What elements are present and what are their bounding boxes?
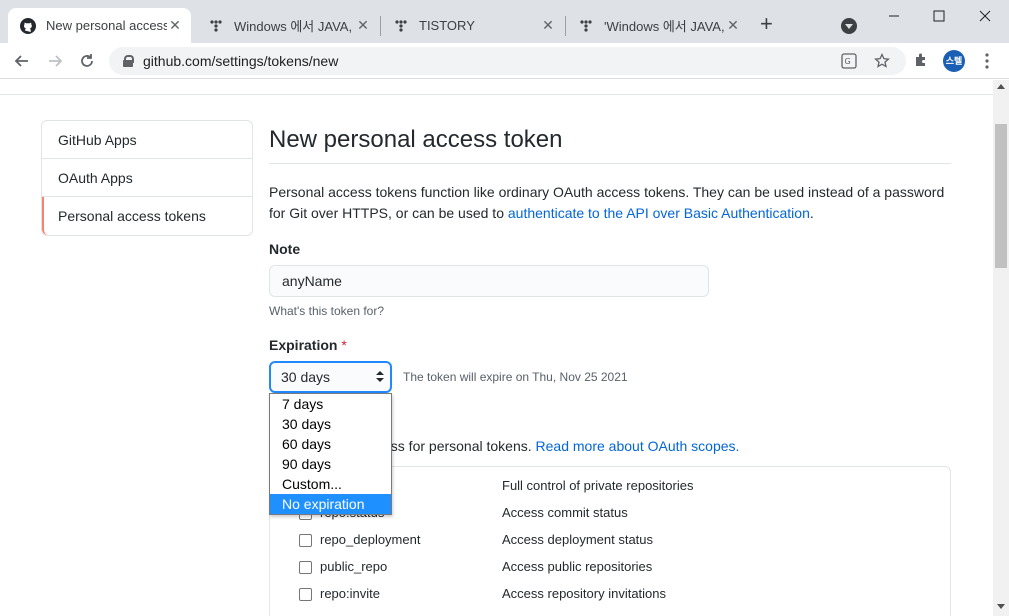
tab-close-icon[interactable]: ✕ [167, 17, 183, 34]
tab-search-icon[interactable] [841, 18, 857, 34]
tab-title: New personal access t [46, 18, 167, 33]
tab-title: TISTORY [419, 18, 475, 33]
tistory-icon [393, 18, 409, 34]
page-title: New personal access token [269, 126, 563, 153]
description-suffix: . [809, 205, 814, 221]
expiration-note: The token will expire on Thu, Nov 25 202… [403, 370, 628, 384]
tistory-icon [208, 18, 224, 34]
option-custom[interactable]: Custom... [270, 474, 391, 494]
profile-avatar[interactable]: 스텔 [943, 50, 965, 72]
scopes-description: ccess for personal tokens. Read more abo… [369, 438, 739, 454]
tistory-icon [578, 18, 594, 34]
sidebar-item-oauth-apps[interactable]: OAuth Apps [42, 159, 252, 197]
option-60-days[interactable]: 60 days [270, 434, 391, 454]
browser-toolbar: github.com/settings/tokens/new G [0, 43, 1009, 79]
back-icon[interactable] [12, 51, 32, 71]
svg-text:G: G [845, 57, 851, 66]
page-scrollbar[interactable] [993, 80, 1009, 616]
option-30-days[interactable]: 30 days [270, 414, 391, 434]
expiration-select[interactable]: 30 days [269, 361, 392, 393]
forward-icon[interactable] [45, 51, 65, 71]
translate-icon[interactable]: G [841, 53, 857, 69]
scope-description: Access repository invitations [502, 586, 667, 601]
minimize-icon[interactable] [884, 6, 904, 26]
token-description: Personal access tokens function like ord… [269, 182, 951, 224]
address-bar[interactable]: github.com/settings/tokens/new G [109, 47, 906, 75]
option-no-expiration[interactable]: No expiration [270, 494, 391, 514]
scope-name: public_repo [320, 559, 388, 574]
expiration-dropdown: 7 days 30 days 60 days 90 days Custom...… [269, 393, 392, 515]
basic-auth-link[interactable]: authenticate to the API over Basic Authe… [508, 205, 810, 221]
scroll-up-icon[interactable] [997, 84, 1005, 89]
required-mark: * [341, 337, 347, 353]
header-divider [0, 94, 993, 95]
scope-row: repo:invite Access repository invitation… [270, 584, 952, 611]
lock-icon[interactable] [123, 55, 134, 67]
sidebar-item-personal-access-tokens[interactable]: Personal access tokens [42, 197, 252, 235]
scroll-thumb[interactable] [995, 124, 1007, 268]
maximize-icon[interactable] [929, 6, 949, 26]
expiration-selected-value: 30 days [281, 369, 331, 385]
tab-title: 'Windows 에서 JAVA, l [604, 19, 725, 34]
sidebar-item-github-apps[interactable]: GitHub Apps [42, 121, 252, 159]
tab-title: Windows 에서 JAVA, M [234, 19, 355, 34]
tab-tistory[interactable]: TISTORY ✕ [381, 8, 564, 43]
scopes-text: ccess for personal tokens. [369, 438, 536, 454]
menu-kebab-icon[interactable] [977, 51, 997, 71]
scope-description: Full control of private repositories [502, 478, 694, 493]
scope-checkbox[interactable] [299, 588, 312, 601]
note-label: Note [269, 241, 301, 257]
close-window-icon[interactable] [975, 6, 995, 26]
expiration-label-text: Expiration [269, 337, 338, 353]
page-content: GitHub Apps OAuth Apps Personal access t… [0, 80, 993, 616]
tab-close-icon[interactable]: ✕ [725, 17, 741, 34]
scroll-down-icon[interactable] [997, 604, 1005, 609]
extensions-icon[interactable] [912, 51, 932, 71]
oauth-scopes-link[interactable]: Read more about OAuth scopes. [536, 438, 740, 454]
option-90-days[interactable]: 90 days [270, 454, 391, 474]
reload-icon[interactable] [77, 51, 97, 71]
tab-windows-java-1[interactable]: Windows 에서 JAVA, M ✕ [196, 8, 379, 43]
scope-description: Access commit status [502, 505, 628, 520]
tab-close-icon[interactable]: ✕ [540, 17, 556, 34]
settings-sidebar: GitHub Apps OAuth Apps Personal access t… [41, 120, 253, 236]
scope-name: repo:invite [320, 586, 380, 601]
expiration-label: Expiration * [269, 337, 347, 353]
tab-windows-java-2[interactable]: 'Windows 에서 JAVA, l ✕ [566, 8, 749, 43]
note-input[interactable]: anyName [269, 265, 709, 297]
browser-tab-strip: New personal access t ✕ Windows 에서 JAVA,… [0, 0, 1009, 43]
tab-github-token[interactable]: New personal access t ✕ [8, 8, 191, 43]
scope-name: repo_deployment [320, 532, 421, 547]
new-tab-button[interactable]: + [760, 13, 773, 35]
scope-description: Access deployment status [502, 532, 654, 547]
tab-close-icon[interactable]: ✕ [355, 17, 371, 34]
scope-row: repo_deployment Access deployment status [270, 530, 952, 557]
option-7-days[interactable]: 7 days [270, 394, 391, 414]
scope-row: public_repo Access public repositories [270, 557, 952, 584]
github-icon [20, 17, 36, 34]
scope-description: Access public repositories [502, 559, 653, 574]
title-divider [269, 163, 951, 164]
note-hint: What's this token for? [269, 304, 385, 318]
bookmark-star-icon[interactable] [874, 52, 890, 69]
scope-checkbox[interactable] [299, 561, 312, 574]
scope-checkbox[interactable] [299, 534, 312, 547]
select-arrows-icon [376, 371, 384, 383]
url-text[interactable]: github.com/settings/tokens/new [143, 53, 338, 69]
